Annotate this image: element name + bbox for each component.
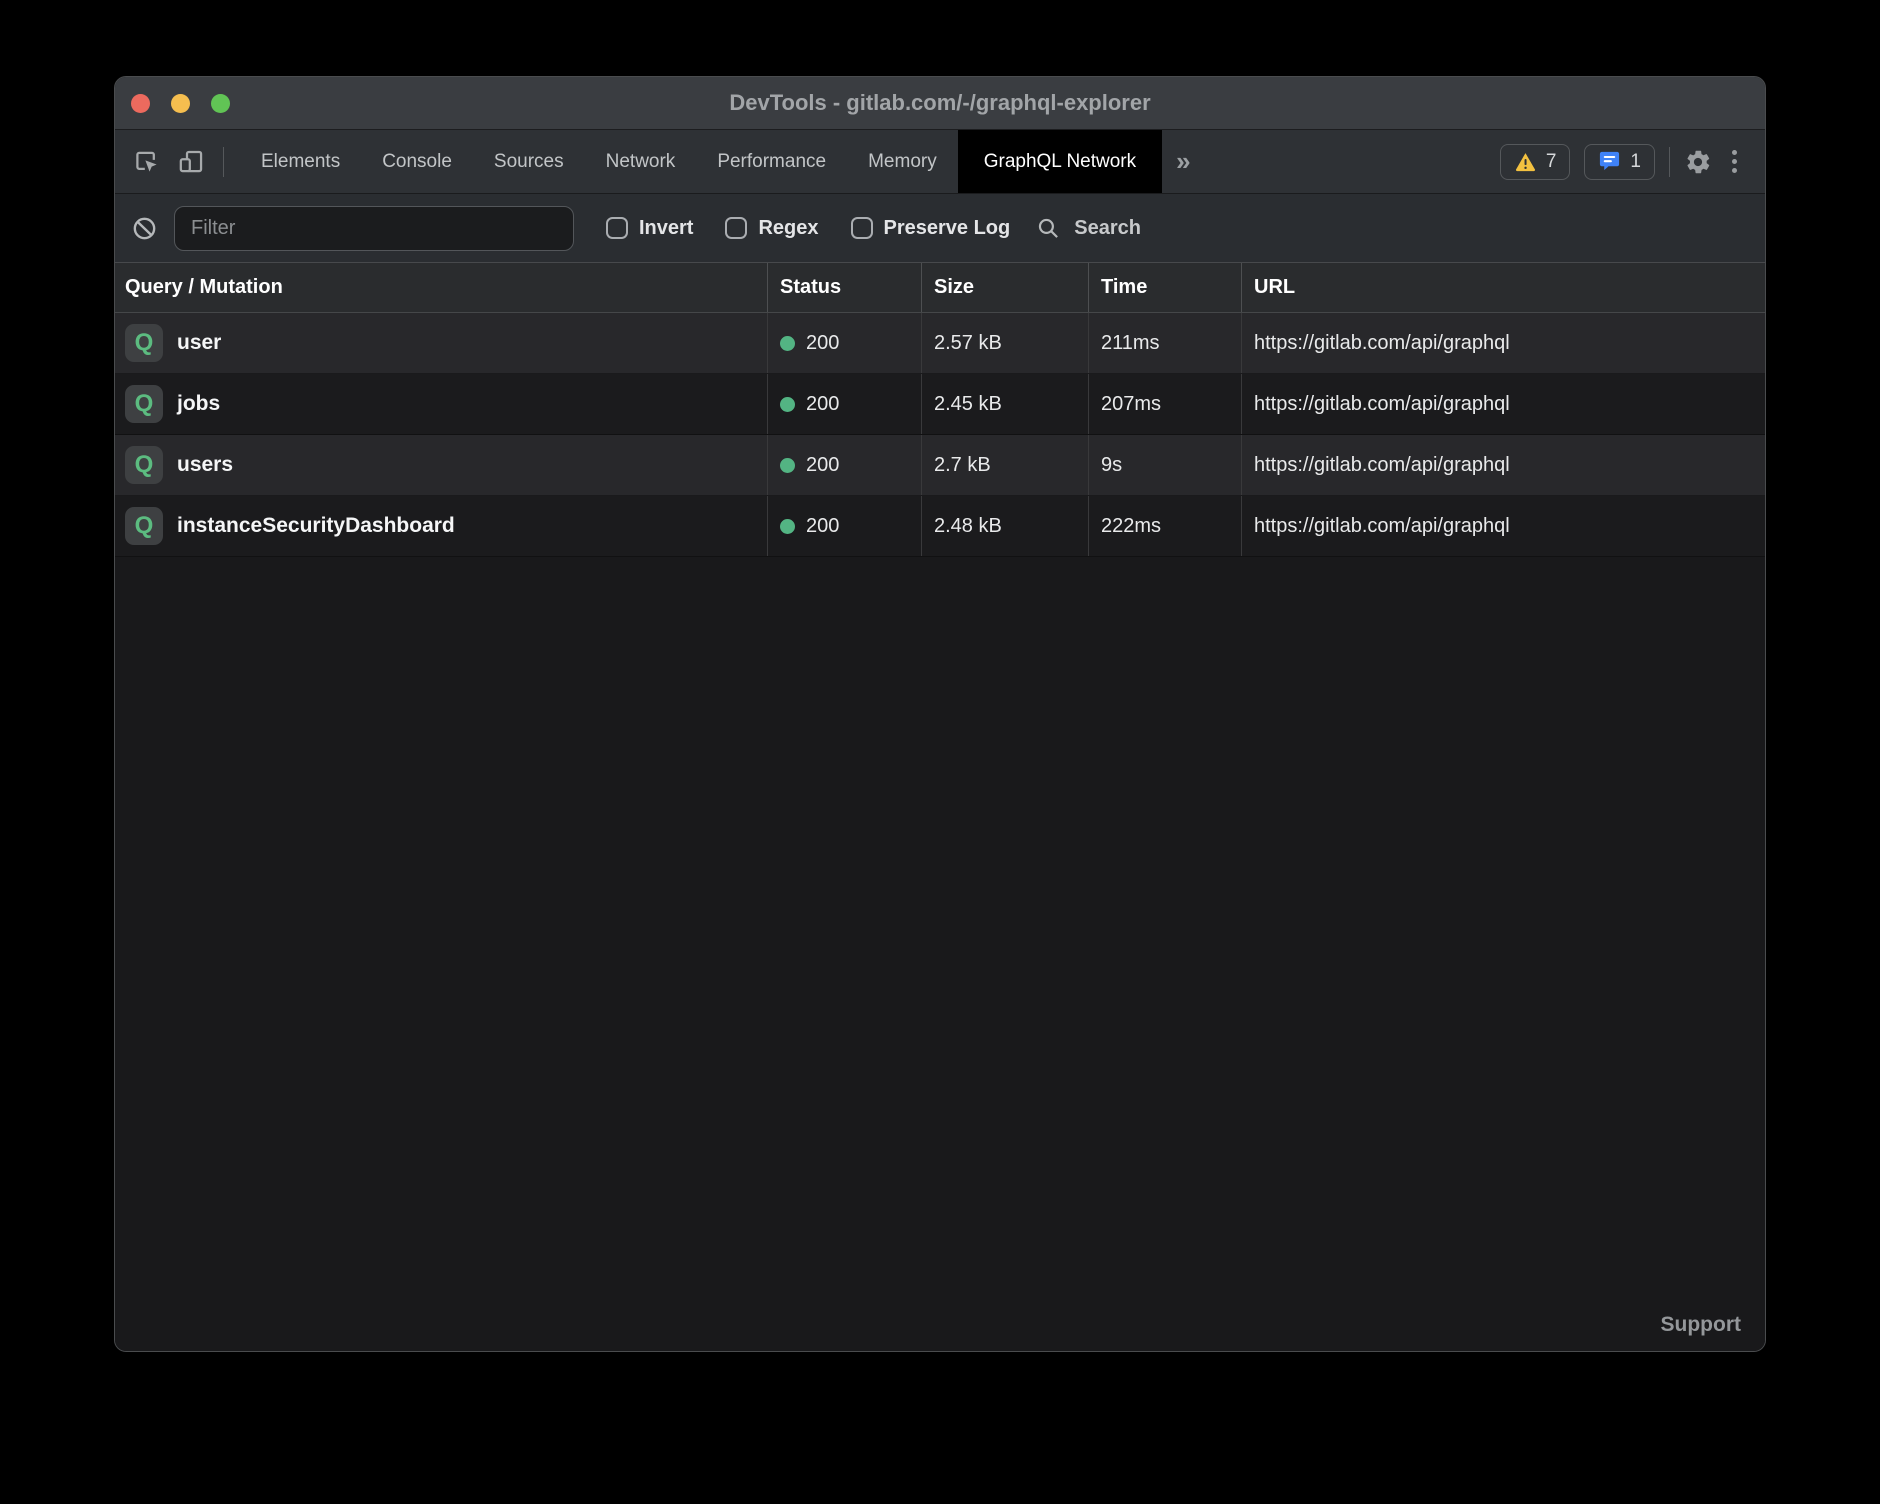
query-name: users — [177, 453, 233, 477]
table-header: Query / Mutation Status Size Time URL — [115, 263, 1765, 313]
status-value: 200 — [806, 515, 839, 538]
preserve-log-checkbox-group[interactable]: Preserve Log — [851, 217, 1011, 240]
size-cell: 2.57 kB — [921, 313, 1088, 373]
status-ok-dot-icon — [780, 519, 795, 534]
column-header-size[interactable]: Size — [921, 263, 1088, 312]
clear-log-icon[interactable] — [131, 215, 158, 242]
devtools-window: DevTools - gitlab.com/-/graphql-explorer… — [114, 76, 1766, 1352]
invert-checkbox[interactable] — [606, 217, 628, 239]
regex-checkbox[interactable] — [725, 217, 747, 239]
status-value: 200 — [806, 454, 839, 477]
invert-checkbox-group[interactable]: Invert — [606, 217, 693, 240]
table-row[interactable]: Q user 200 2.57 kB 211ms https://gitlab.… — [115, 313, 1765, 374]
status-cell: 200 — [767, 374, 921, 434]
invert-label: Invert — [639, 217, 693, 240]
status-cell: 200 — [767, 313, 921, 373]
column-header-url[interactable]: URL — [1241, 263, 1765, 312]
toolbar-divider — [1669, 147, 1670, 177]
toolbar-divider — [223, 147, 224, 177]
query-cell: Q jobs — [115, 374, 767, 434]
url-cell: https://gitlab.com/api/graphql — [1241, 313, 1765, 373]
url-cell: https://gitlab.com/api/graphql — [1241, 435, 1765, 495]
warnings-count: 7 — [1546, 151, 1557, 173]
devtools-tab-bar: Elements Console Sources Network Perform… — [115, 130, 1765, 194]
query-type-badge: Q — [125, 446, 163, 484]
issues-count: 1 — [1630, 151, 1641, 173]
filter-bar: Invert Regex Preserve Log Search — [115, 194, 1765, 263]
regex-label: Regex — [758, 217, 818, 240]
preserve-log-label: Preserve Log — [884, 217, 1011, 240]
query-name: jobs — [177, 392, 220, 416]
query-type-badge: Q — [125, 324, 163, 362]
query-cell: Q user — [115, 313, 767, 373]
time-cell: 9s — [1088, 435, 1241, 495]
settings-gear-icon[interactable] — [1684, 148, 1712, 176]
issues-badge[interactable]: 1 — [1584, 144, 1655, 180]
column-header-status[interactable]: Status — [767, 263, 921, 312]
device-toolbar-icon[interactable] — [178, 148, 205, 175]
message-bubble-icon — [1598, 150, 1621, 173]
inspect-element-icon[interactable] — [133, 148, 160, 175]
status-ok-dot-icon — [780, 458, 795, 473]
time-cell: 211ms — [1088, 313, 1241, 373]
close-window-button[interactable] — [131, 94, 150, 113]
more-options-kebab-icon[interactable] — [1726, 146, 1743, 177]
time-cell: 222ms — [1088, 496, 1241, 556]
status-cell: 200 — [767, 496, 921, 556]
time-cell: 207ms — [1088, 374, 1241, 434]
filter-input[interactable] — [174, 206, 574, 251]
tab-console[interactable]: Console — [361, 130, 473, 193]
size-cell: 2.45 kB — [921, 374, 1088, 434]
status-cell: 200 — [767, 435, 921, 495]
tab-graphql-network[interactable]: GraphQL Network — [958, 130, 1162, 193]
warning-triangle-icon — [1514, 150, 1537, 173]
regex-checkbox-group[interactable]: Regex — [725, 217, 818, 240]
search-label: Search — [1074, 217, 1141, 240]
query-type-badge: Q — [125, 385, 163, 423]
query-cell: Q users — [115, 435, 767, 495]
column-header-query-mutation[interactable]: Query / Mutation — [115, 263, 767, 312]
column-header-time[interactable]: Time — [1088, 263, 1241, 312]
tab-elements[interactable]: Elements — [240, 130, 361, 193]
preserve-log-checkbox[interactable] — [851, 217, 873, 239]
size-cell: 2.48 kB — [921, 496, 1088, 556]
table-row[interactable]: Q instanceSecurityDashboard 200 2.48 kB … — [115, 496, 1765, 557]
table-empty-area: Support — [115, 557, 1765, 1351]
traffic-lights — [131, 77, 230, 129]
query-name: user — [177, 331, 221, 355]
tab-network[interactable]: Network — [585, 130, 697, 193]
query-type-badge: Q — [125, 507, 163, 545]
status-ok-dot-icon — [780, 397, 795, 412]
table-row[interactable]: Q jobs 200 2.45 kB 207ms https://gitlab.… — [115, 374, 1765, 435]
status-value: 200 — [806, 393, 839, 416]
search-control[interactable]: Search — [1036, 216, 1141, 241]
query-cell: Q instanceSecurityDashboard — [115, 496, 767, 556]
url-cell: https://gitlab.com/api/graphql — [1241, 496, 1765, 556]
url-cell: https://gitlab.com/api/graphql — [1241, 374, 1765, 434]
search-icon — [1036, 216, 1061, 241]
window-title: DevTools - gitlab.com/-/graphql-explorer — [729, 90, 1150, 116]
support-link[interactable]: Support — [1661, 1313, 1741, 1337]
size-cell: 2.7 kB — [921, 435, 1088, 495]
tab-performance[interactable]: Performance — [696, 130, 847, 193]
status-value: 200 — [806, 332, 839, 355]
maximize-window-button[interactable] — [211, 94, 230, 113]
status-ok-dot-icon — [780, 336, 795, 351]
table-row[interactable]: Q users 200 2.7 kB 9s https://gitlab.com… — [115, 435, 1765, 496]
query-name: instanceSecurityDashboard — [177, 514, 455, 538]
tab-sources[interactable]: Sources — [473, 130, 585, 193]
warnings-badge[interactable]: 7 — [1500, 144, 1571, 180]
more-tabs-chevron-icon[interactable]: » — [1162, 130, 1204, 193]
tab-memory[interactable]: Memory — [847, 130, 958, 193]
title-bar: DevTools - gitlab.com/-/graphql-explorer — [115, 77, 1765, 130]
minimize-window-button[interactable] — [171, 94, 190, 113]
